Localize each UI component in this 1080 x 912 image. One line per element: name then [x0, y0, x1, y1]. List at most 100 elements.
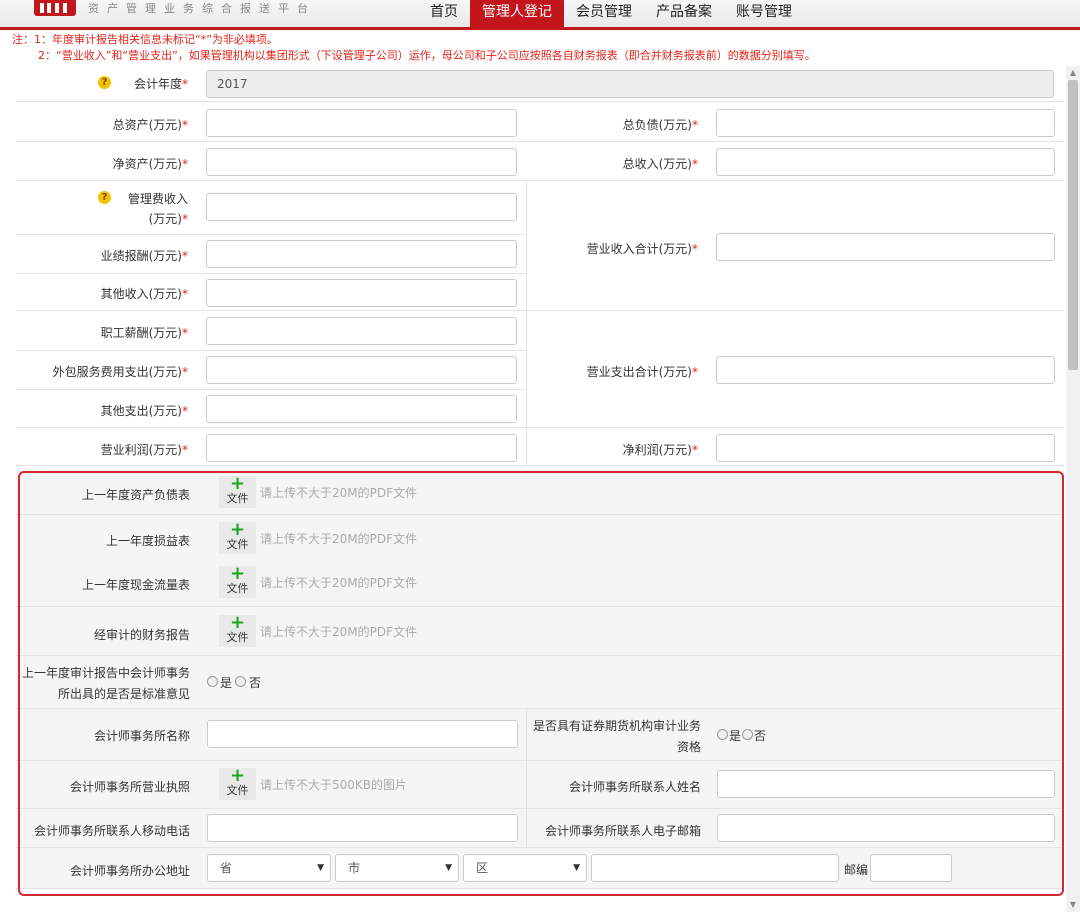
scroll-thumb[interactable] [1068, 80, 1078, 370]
form-row: 净资产(万元)* 总收入(万元)* [16, 142, 1064, 181]
upload-row-balance-sheet: 上一年度资产负债表 + 文件 请上传不大于20M的PDF文件 [16, 470, 1064, 515]
net-profit-label: 净利润(万元)* [622, 443, 698, 457]
opinion-no-radio[interactable] [235, 676, 246, 687]
upload-file-button[interactable]: + 文件 [219, 612, 256, 647]
mgmt-fee-label-line2: (万元)* [148, 212, 188, 226]
opinion-yes-radio[interactable] [207, 676, 218, 687]
form-row: 总资产(万元)* 总负债(万元)* [16, 102, 1064, 142]
nav-home[interactable]: 首页 [418, 0, 470, 27]
financial-form: ? 会计年度* 2017 总资产(万元)* 总负债(万元)* 净资产(万元)* … [16, 66, 1064, 906]
contact-mobile-input[interactable] [207, 814, 518, 842]
audited-report-label: 经审计的财务报告 [93, 628, 190, 642]
other-expense-input[interactable] [206, 395, 517, 423]
license-label: 会计师事务所营业执照 [69, 780, 190, 794]
upload-file-button[interactable]: + 文件 [219, 765, 256, 800]
op-expense-total-input[interactable] [716, 356, 1055, 384]
opinion-question-line1: 上一年度审计报告中会计师事务 [21, 666, 190, 680]
postcode-input[interactable] [870, 854, 952, 882]
city-select[interactable]: 市 ▼ [335, 854, 459, 882]
mgmt-fee-label-line1: 管理费收入 [127, 192, 188, 206]
other-income-input[interactable] [206, 279, 517, 307]
divider [16, 350, 526, 351]
street-address-input[interactable] [591, 854, 839, 882]
staff-pay-label: 职工薪酬(万元)* [100, 326, 188, 340]
plus-icon: + [229, 765, 246, 786]
nav-member-management[interactable]: 会员管理 [564, 0, 644, 27]
income-block: ? 管理费收入 (万元)* 业绩报酬(万元)* 其他收入(万元)* 营业收入合计… [16, 181, 1064, 311]
divider [16, 234, 526, 235]
note-line-1: 注：1：年度审计报告相关信息未标记“*”为非必填项。 [12, 33, 278, 46]
op-profit-input[interactable] [206, 434, 517, 462]
expense-block: 职工薪酬(万元)* 外包服务费用支出(万元)* 其他支出(万元)* 营业支出合计… [16, 311, 1064, 428]
nav-manager-registration[interactable]: 管理人登记 [470, 0, 564, 27]
province-select[interactable]: 省 ▼ [207, 854, 331, 882]
net-profit-input[interactable] [716, 434, 1055, 462]
total-assets-input[interactable] [206, 109, 517, 137]
postcode-label: 邮编 [843, 863, 868, 877]
main-nav: 首页 管理人登记 会员管理 产品备案 账号管理 [418, 0, 804, 27]
divider [16, 389, 526, 390]
upload-file-button[interactable]: + 文件 [219, 521, 256, 554]
securities-no-label: 否 [754, 729, 767, 743]
total-liabilities-input[interactable] [716, 109, 1055, 137]
contact-name-input[interactable] [717, 770, 1055, 798]
help-icon[interactable]: ? [98, 76, 111, 89]
firm-name-input[interactable] [207, 720, 518, 748]
plus-icon: + [229, 612, 246, 633]
nav-product-filing[interactable]: 产品备案 [644, 0, 724, 27]
vertical-scrollbar[interactable]: ▲ ▼ [1066, 66, 1080, 912]
contact-email-input[interactable] [717, 814, 1055, 842]
total-income-input[interactable] [716, 148, 1055, 176]
op-expense-total-label: 营业支出合计(万元)* [586, 365, 698, 379]
chevron-down-icon: ▼ [573, 863, 580, 873]
divider [526, 809, 527, 848]
upload-hint: 请上传不大于20M的PDF文件 [260, 532, 418, 546]
form-row: 营业利润(万元)* 净利润(万元)* [16, 428, 1064, 466]
brand-title: 资产管理业务综合报送平台 [88, 2, 316, 15]
form-notes: 注：1：年度审计报告相关信息未标记“*”为非必填项。 2：“营业收入”和“营业支… [12, 32, 816, 64]
securities-yes-label: 是 [729, 729, 742, 743]
opinion-yes-label: 是 [220, 676, 233, 690]
other-expense-label: 其他支出(万元)* [100, 404, 188, 418]
logo-icon [34, 0, 76, 16]
upload-row-audited-report: 经审计的财务报告 + 文件 请上传不大于20M的PDF文件 [16, 607, 1064, 656]
contact-row: 会计师事务所联系人移动电话 会计师事务所联系人电子邮箱 [16, 809, 1064, 848]
performance-fee-label: 业绩报酬(万元)* [100, 249, 188, 263]
scroll-up-icon[interactable]: ▲ [1066, 66, 1080, 80]
nav-account-management[interactable]: 账号管理 [724, 0, 804, 27]
securities-question-line1: 是否具有证券期货机构审计业务 [532, 719, 701, 733]
upload-file-button[interactable]: + 文件 [219, 565, 256, 598]
fiscal-year-field[interactable]: 2017 [206, 70, 1054, 98]
form-row-year: ? 会计年度* 2017 [16, 66, 1064, 102]
office-address-label: 会计师事务所办公地址 [69, 864, 190, 878]
divider [526, 761, 527, 809]
note-line-2: 2：“营业收入”和“营业支出”，如果管理机构以集团形式（下设管理子公司）运作，母… [38, 49, 816, 62]
plus-icon: + [229, 473, 246, 494]
upload-hint: 请上传不大于500KB的图片 [260, 778, 408, 792]
chevron-down-icon: ▼ [445, 863, 452, 873]
upload-row-income-cashflow: 上一年度损益表 + 文件 请上传不大于20M的PDF文件 上一年度现金流量表 +… [16, 515, 1064, 607]
performance-fee-input[interactable] [206, 240, 517, 268]
total-liabilities-label: 总负债(万元)* [622, 118, 698, 132]
district-select[interactable]: 区 ▼ [463, 854, 587, 882]
outsourcing-input[interactable] [206, 356, 517, 384]
op-profit-label: 营业利润(万元)* [100, 443, 188, 457]
help-icon[interactable]: ? [98, 191, 111, 204]
securities-yes-radio[interactable] [717, 729, 728, 740]
divider [526, 709, 527, 761]
securities-no-radio[interactable] [742, 729, 753, 740]
year-label: 会计年度* [133, 77, 188, 91]
income-statement-label: 上一年度损益表 [105, 534, 190, 548]
audit-opinion-row: 上一年度审计报告中会计师事务 所出具的是否是标准意见 是 否 [16, 656, 1064, 709]
total-income-label: 总收入(万元)* [622, 157, 698, 171]
scroll-down-icon[interactable]: ▼ [1066, 898, 1080, 912]
contact-mobile-label: 会计师事务所联系人移动电话 [33, 824, 190, 838]
op-income-total-input[interactable] [716, 233, 1055, 261]
chevron-down-icon: ▼ [317, 863, 324, 873]
staff-pay-input[interactable] [206, 317, 517, 345]
firm-name-label: 会计师事务所名称 [93, 729, 190, 743]
mgmt-fee-input[interactable] [206, 193, 517, 221]
upload-file-button[interactable]: + 文件 [219, 473, 256, 508]
net-assets-input[interactable] [206, 148, 517, 176]
total-assets-label: 总资产(万元)* [112, 118, 188, 132]
